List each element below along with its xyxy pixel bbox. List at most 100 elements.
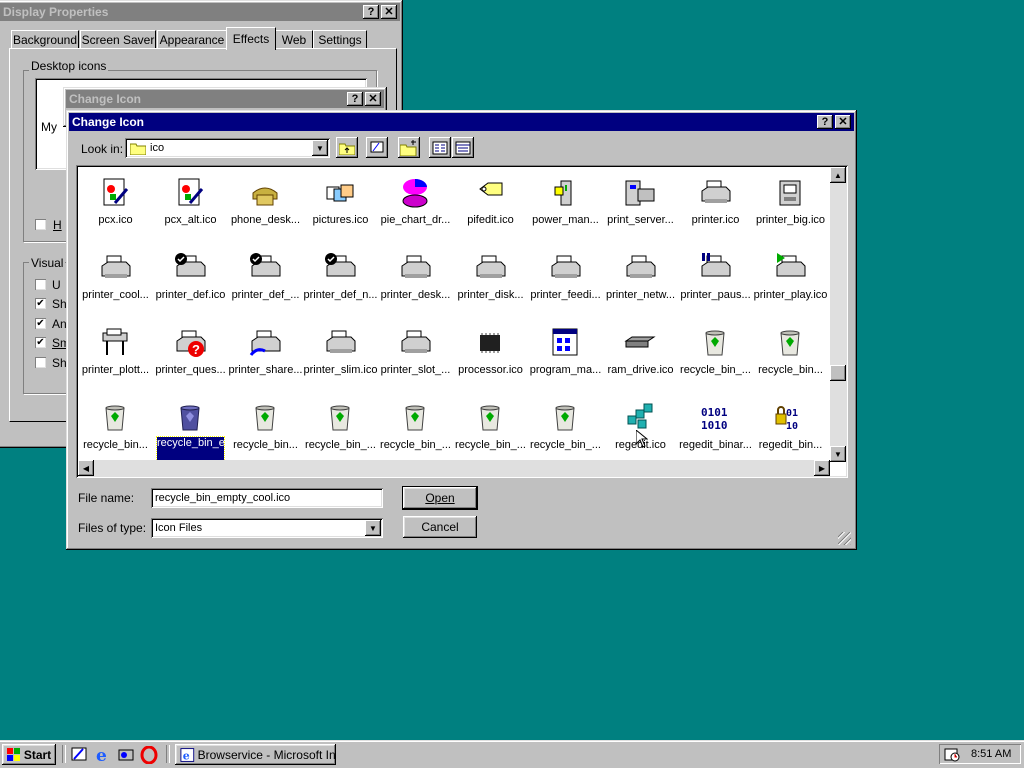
cancel-button[interactable]: Cancel xyxy=(403,516,477,538)
visual-check-3[interactable]: ✔ xyxy=(35,318,46,329)
file-item-label: printer_def_n... xyxy=(303,289,378,301)
file-item[interactable]: recycle_bin_... xyxy=(378,400,453,460)
file-item[interactable]: printer_slot_... xyxy=(378,325,453,397)
file-item[interactable]: printer_desk... xyxy=(378,250,453,322)
internet-explorer-icon: e xyxy=(180,747,195,762)
file-item[interactable]: recycle_bin_... xyxy=(678,325,753,397)
start-button[interactable]: Start xyxy=(2,744,56,765)
file-item[interactable]: printer_plott... xyxy=(78,325,153,397)
file-item[interactable]: 0101 1010 regedit_binar... xyxy=(678,400,753,460)
file-item[interactable]: printer_big.ico xyxy=(753,175,828,247)
file-item-label: printer_slim.ico xyxy=(303,364,378,376)
file-item[interactable]: recycle_bin_... xyxy=(303,400,378,460)
file-item[interactable]: recycle_bin_... xyxy=(453,400,528,460)
file-name-input[interactable]: recycle_bin_empty_cool.ico xyxy=(151,488,383,508)
file-item[interactable]: printer_play.ico xyxy=(753,250,828,322)
visual-check-1[interactable] xyxy=(35,279,46,290)
chevron-down-icon[interactable]: ▼ xyxy=(312,140,328,156)
internet-explorer-icon[interactable]: e xyxy=(94,746,112,764)
tab-effects[interactable]: Effects xyxy=(226,27,276,50)
visual-check-4[interactable]: ✔ xyxy=(35,337,46,348)
file-item[interactable]: printer_disk... xyxy=(453,250,528,322)
tab-screen-saver[interactable]: Screen Saver xyxy=(80,30,156,49)
svg-text:0101: 0101 xyxy=(701,406,728,419)
file-item[interactable]: ? printer_ques... xyxy=(153,325,228,397)
help-button[interactable]: ? xyxy=(347,92,363,106)
file-item[interactable]: printer_def.ico xyxy=(153,250,228,322)
tab-web[interactable]: Web xyxy=(275,30,313,49)
file-item[interactable]: ram_drive.ico xyxy=(603,325,678,397)
new-folder-button[interactable] xyxy=(398,137,420,158)
visual-check-2[interactable]: ✔ xyxy=(35,298,46,309)
chevron-down-icon[interactable]: ▼ xyxy=(365,520,381,536)
close-button[interactable]: ✕ xyxy=(381,5,397,19)
file-item[interactable]: phone_desk... xyxy=(228,175,303,247)
file-item[interactable]: pifedit.ico xyxy=(453,175,528,247)
file-item[interactable]: program_ma... xyxy=(528,325,603,397)
list-view-button[interactable] xyxy=(429,137,451,158)
help-button[interactable]: ? xyxy=(817,115,833,129)
scroll-left-icon[interactable]: ◀ xyxy=(78,460,94,476)
close-button[interactable]: ✕ xyxy=(365,92,381,106)
file-item[interactable]: pie_chart_dr... xyxy=(378,175,453,247)
hide-icons-checkbox[interactable] xyxy=(35,219,46,230)
file-item[interactable]: recycle_bin... xyxy=(78,400,153,460)
file-list[interactable]: pcx.ico pcx_alt.ico phone_desk... pictures.… xyxy=(76,165,848,478)
file-item[interactable]: pcx_alt.ico xyxy=(153,175,228,247)
close-button[interactable]: ✕ xyxy=(835,115,851,129)
tab-appearance[interactable]: Appearance xyxy=(157,30,227,49)
file-item[interactable]: printer_cool... xyxy=(78,250,153,322)
file-item[interactable]: printer_netw... xyxy=(603,250,678,322)
scroll-down-icon[interactable]: ▼ xyxy=(830,446,846,462)
file-item-label: recycle_bin_... xyxy=(530,439,601,451)
file-item[interactable]: processor.ico xyxy=(453,325,528,397)
file-item-label: pie_chart_dr... xyxy=(380,214,451,226)
scroll-up-icon[interactable]: ▲ xyxy=(830,167,846,183)
file-item[interactable]: recycle_bin_... xyxy=(528,400,603,460)
help-button[interactable]: ? xyxy=(363,5,379,19)
look-in-dropdown[interactable]: ico ▼ xyxy=(125,138,330,158)
file-item-label: pcx.ico xyxy=(98,214,133,226)
channels-icon[interactable] xyxy=(117,746,135,764)
file-item[interactable]: pictures.ico xyxy=(303,175,378,247)
tab-settings[interactable]: Settings xyxy=(313,30,367,49)
file-name-value: recycle_bin_empty_cool.ico xyxy=(155,492,291,504)
file-item[interactable]: recycle_bin... xyxy=(753,325,828,397)
file-item[interactable]: print_server... xyxy=(603,175,678,247)
clock[interactable]: 8:51 AM xyxy=(971,748,1011,760)
scroll-right-icon[interactable]: ▶ xyxy=(814,460,830,476)
horizontal-scrollbar[interactable]: ◀ ▶ xyxy=(78,460,830,476)
open-button[interactable]: Open xyxy=(402,486,478,510)
desktop-button[interactable] xyxy=(366,137,388,158)
file-item[interactable]: printer_def_n... xyxy=(303,250,378,322)
up-one-level-button[interactable] xyxy=(336,137,358,158)
file-item[interactable]: printer_slim.ico xyxy=(303,325,378,397)
display-properties-titlebar[interactable]: Display Properties ? ✕ xyxy=(0,3,400,21)
files-of-type-dropdown[interactable]: Icon Files ▼ xyxy=(151,518,383,538)
file-item[interactable]: printer_def_... xyxy=(228,250,303,322)
show-desktop-icon[interactable] xyxy=(70,746,88,764)
file-item[interactable]: printer_feedi... xyxy=(528,250,603,322)
file-item[interactable]: recycle_bin_empty_cool.ico xyxy=(153,400,228,460)
file-item[interactable]: pcx.ico xyxy=(78,175,153,247)
scheduler-icon[interactable] xyxy=(944,746,960,762)
visual-check-5[interactable] xyxy=(35,357,46,368)
file-item[interactable]: printer.ico xyxy=(678,175,753,247)
file-item[interactable]: printer_paus... xyxy=(678,250,753,322)
opera-icon[interactable] xyxy=(140,746,158,764)
file-item[interactable]: recycle_bin... xyxy=(228,400,303,460)
resize-grip-icon[interactable] xyxy=(838,532,851,545)
change-icon-back-titlebar[interactable]: Change Icon ? ✕ xyxy=(66,90,384,108)
tab-background[interactable]: Background xyxy=(11,30,79,49)
file-item[interactable]: printer_share... xyxy=(228,325,303,397)
scroll-thumb[interactable] xyxy=(830,365,846,381)
visual-check-label-5: Sh xyxy=(52,356,67,370)
details-view-button[interactable] xyxy=(452,137,474,158)
vertical-scrollbar[interactable]: ▲ ▼ xyxy=(830,167,846,462)
binary-icon: 0101 1010 xyxy=(699,402,731,434)
file-item[interactable]: 01 10 regedit_bin... xyxy=(753,400,828,460)
file-item[interactable]: power_man... xyxy=(528,175,603,247)
change-icon-titlebar[interactable]: Change Icon ? ✕ xyxy=(69,113,854,131)
visual-check-label-3: An xyxy=(52,317,67,331)
task-button-browservice[interactable]: e Browservice - Microsoft Int... xyxy=(175,744,336,765)
